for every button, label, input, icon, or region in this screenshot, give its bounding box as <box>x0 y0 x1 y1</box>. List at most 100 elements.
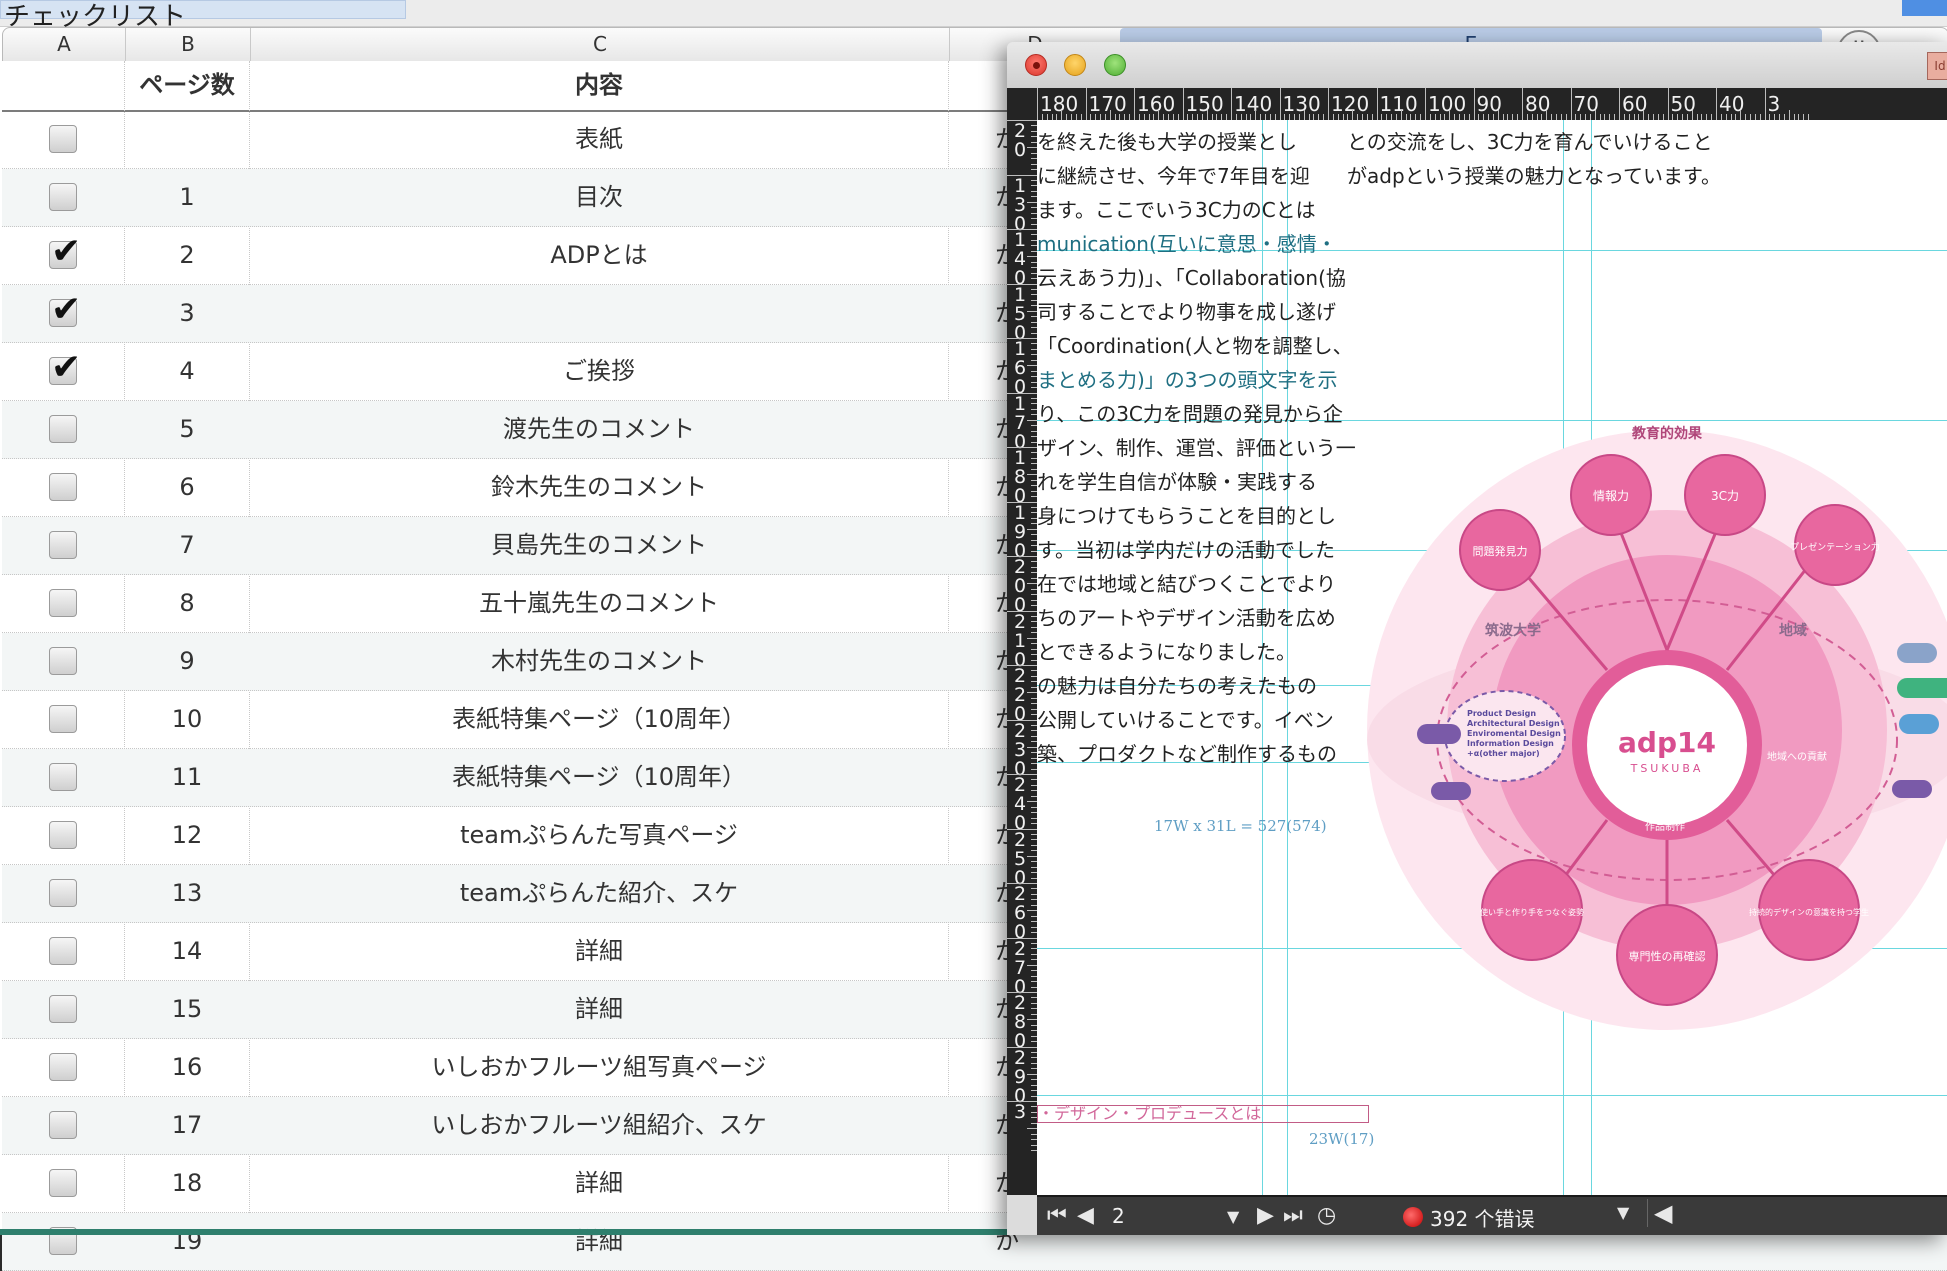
content-cell[interactable]: 表紙特集ページ（10周年） <box>250 691 948 748</box>
page-count-cell[interactable]: 2 <box>125 227 249 284</box>
row-checkbox[interactable]: ✔ <box>49 348 81 388</box>
scroll-left-icon[interactable]: ◀ <box>1647 1199 1672 1227</box>
zoom-button[interactable] <box>1104 54 1126 76</box>
checkmark-icon: ✔ <box>51 289 82 330</box>
content-cell[interactable]: 詳細 <box>250 1155 948 1212</box>
content-cell[interactable]: 目次 <box>250 169 948 226</box>
page-count-cell[interactable] <box>125 111 249 168</box>
content-cell[interactable]: teamぷらんた写真ページ <box>250 807 948 864</box>
content-cell[interactable]: いしおかフルーツ組紹介、スケ <box>250 1097 948 1154</box>
ruler-tick <box>1522 88 1523 120</box>
body-text-line: とできるようになりました。 <box>1037 640 1296 664</box>
content-cell[interactable]: 詳細 <box>250 1213 948 1270</box>
error-count[interactable]: 392 个错误 <box>1430 1203 1535 1232</box>
row-checkbox[interactable]: ✔ <box>49 1169 77 1197</box>
minimize-button[interactable] <box>1064 54 1086 76</box>
row-checkbox[interactable]: ✔ <box>49 647 77 675</box>
ruler-tick <box>1182 88 1184 120</box>
body-text-line: がadpという授業の魅力となっています。 <box>1347 164 1722 188</box>
error-menu-chevron-icon[interactable]: ▼ <box>1617 1203 1629 1222</box>
page-count-cell[interactable]: 1 <box>125 169 249 226</box>
row-checkbox[interactable]: ✔ <box>49 879 77 907</box>
row-checkbox[interactable]: ✔ <box>49 1053 77 1081</box>
last-page-icon[interactable]: ⏭ <box>1283 1203 1303 1228</box>
row-checkbox[interactable]: ✔ <box>49 937 77 965</box>
page-count-cell[interactable]: 12 <box>125 807 249 864</box>
body-text-line: 築、プロダクトなど制作するもの <box>1037 742 1337 766</box>
content-cell[interactable]: 五十嵐先生のコメント <box>250 575 948 632</box>
page-count-cell[interactable]: 7 <box>125 517 249 574</box>
content-cell[interactable]: 詳細 <box>250 923 948 980</box>
page-count-cell[interactable]: 8 <box>125 575 249 632</box>
page-count-cell[interactable]: 10 <box>125 691 249 748</box>
row-checkbox[interactable]: ✔ <box>49 125 77 153</box>
content-cell[interactable]: 渡先生のコメント <box>250 401 948 458</box>
heading-caption[interactable]: ・デザイン・プロデュースとは <box>1037 1105 1369 1123</box>
inner-label: 企画立案 <box>1609 702 1649 715</box>
row-checkbox[interactable]: ✔ <box>49 232 81 272</box>
content-cell[interactable]: ADPとは <box>250 227 948 284</box>
ruler-tick <box>1546 110 1548 120</box>
content-cell[interactable]: 表紙 <box>250 111 948 168</box>
page-count-cell[interactable]: 14 <box>125 923 249 980</box>
ruler-label: 3 <box>1767 92 1781 116</box>
page-count-cell[interactable]: 3 <box>125 285 249 342</box>
page-count-cell[interactable]: 16 <box>125 1039 249 1096</box>
content-cell[interactable]: ご挨拶 <box>250 343 948 400</box>
page-count-cell[interactable]: 17 <box>125 1097 249 1154</box>
page-count-cell[interactable]: 6 <box>125 459 249 516</box>
indesign-app-icon[interactable]: Id <box>1927 52 1947 80</box>
content-cell[interactable]: 木村先生のコメント <box>250 633 948 690</box>
first-page-icon[interactable]: ⏮ <box>1047 1203 1067 1228</box>
window-titlebar[interactable]: Id <box>1007 42 1947 89</box>
column-header-a[interactable]: A <box>3 28 126 61</box>
row-checkbox[interactable]: ✔ <box>49 705 77 733</box>
row-checkbox[interactable]: ✔ <box>49 995 77 1023</box>
row-checkbox[interactable]: ✔ <box>49 183 77 211</box>
content-cell[interactable]: 鈴木先生のコメント <box>250 459 948 516</box>
row-checkbox[interactable]: ✔ <box>49 589 77 617</box>
content-cell[interactable]: 表紙特集ページ（10周年） <box>250 749 948 806</box>
page-count-cell[interactable]: 18 <box>125 1155 249 1212</box>
body-text-line: まとめる力)」の3つの頭文字を示 <box>1037 368 1338 392</box>
page-count-cell[interactable]: 11 <box>125 749 249 806</box>
column-header-c[interactable]: C <box>251 28 950 61</box>
vertical-ruler[interactable]: 20 130 140 150 160 170 180 190 200 210 220 230 240 25… <box>1007 120 1037 1195</box>
row-checkbox[interactable]: ✔ <box>49 473 77 501</box>
page-count-cell[interactable]: 15 <box>125 981 249 1038</box>
badge-right-1 <box>1897 643 1937 663</box>
horizontal-ruler[interactable]: 180 170 160 150 140 130 120 110 100 90 80 70 60 50 40 3 <box>1007 88 1947 120</box>
column-header-b[interactable]: B <box>126 28 251 61</box>
row-checkbox[interactable]: ✔ <box>49 821 77 849</box>
ruler-label: 140 <box>1234 92 1273 116</box>
error-status-icon[interactable] <box>1403 1207 1423 1227</box>
page-count-cell[interactable]: 19 <box>125 1213 249 1270</box>
row-checkbox[interactable]: ✔ <box>49 531 77 559</box>
row-checkbox[interactable]: ✔ <box>49 290 81 330</box>
row-checkbox[interactable]: ✔ <box>49 415 77 443</box>
page-count-cell[interactable]: 13 <box>125 865 249 922</box>
ruler-tick <box>1007 501 1037 503</box>
preflight-clock-icon[interactable]: ◷ <box>1317 1203 1336 1228</box>
content-cell[interactable]: いしおかフルーツ組写真ページ <box>250 1039 948 1096</box>
row-checkbox[interactable]: ✔ <box>49 763 77 791</box>
content-cell[interactable]: 詳細 <box>250 981 948 1038</box>
close-button[interactable] <box>1025 54 1047 76</box>
content-cell[interactable]: 貝島先生のコメント <box>250 517 948 574</box>
page-menu-chevron-icon[interactable]: ▼ <box>1227 1207 1239 1226</box>
ruler-tick <box>1027 910 1037 912</box>
page-count-cell[interactable]: 4 <box>125 343 249 400</box>
sheet-toolbar: チェックリスト <box>0 0 1947 32</box>
ruler-label: 200 <box>1013 556 1027 616</box>
toolbar-pill[interactable] <box>1902 0 1947 16</box>
content-cell[interactable] <box>250 285 948 342</box>
page-count-cell[interactable]: 9 <box>125 633 249 690</box>
content-cell[interactable]: teamぷらんた紹介、スケ <box>250 865 948 922</box>
education-effect-diagram[interactable]: 教育的効果 情報力 3C力 プレゼンテーション力 問題発見力 使い手と作り手をつ… <box>1357 410 1947 1040</box>
ruler-label: 170 <box>1088 92 1127 116</box>
next-page-icon[interactable]: ▶ <box>1257 1203 1274 1228</box>
row-checkbox[interactable]: ✔ <box>49 1111 77 1139</box>
prev-page-icon[interactable]: ◀ <box>1077 1203 1094 1228</box>
page-count-cell[interactable]: 5 <box>125 401 249 458</box>
document-canvas[interactable]: を終えた後も大学の授業とし に継続させ、今年で7年目を迎 ます。ここでいう3C力のC… <box>1037 120 1947 1195</box>
